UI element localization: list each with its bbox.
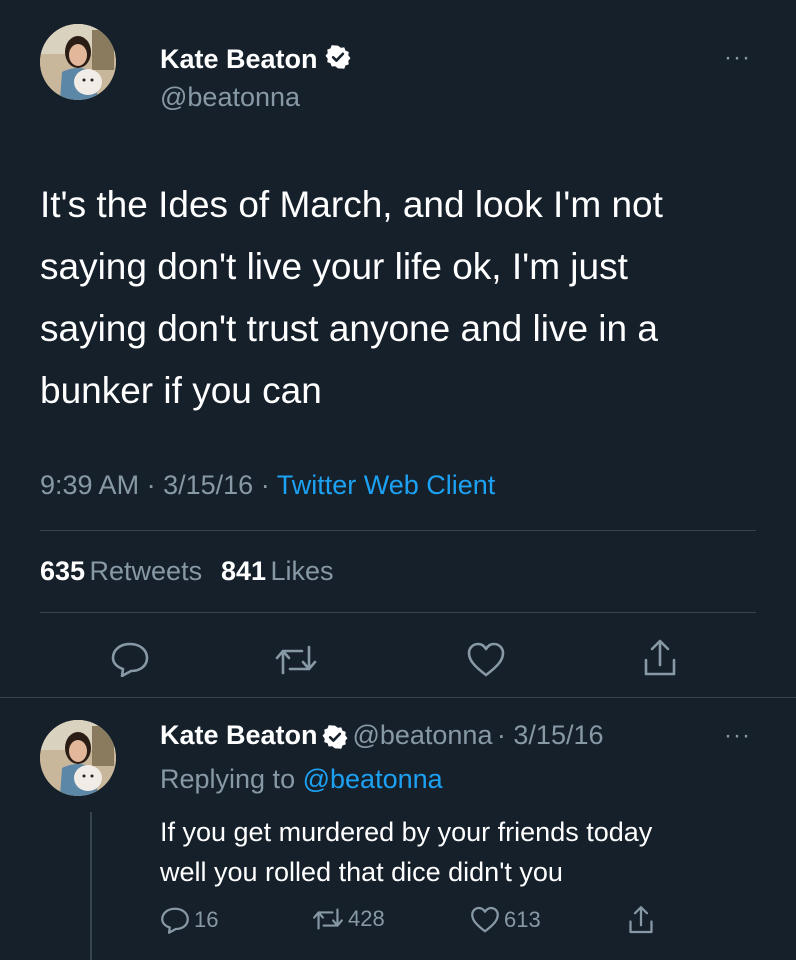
divider [40,612,756,613]
tweet-text-line: bunker if you can [40,370,322,411]
tweet-text-line: saying don't trust anyone and live in a [40,308,658,349]
likes-label: Likes [270,556,334,586]
like-count: 613 [504,907,541,932]
reply-text: If you get murdered by your friends toda… [160,812,770,892]
reply-date[interactable]: · 3/15/16 [497,720,604,750]
tweet-time[interactable]: 9:39 AM [40,470,139,500]
more-icon[interactable]: ··· [724,44,751,72]
retweets-count: 635 [40,556,86,586]
tweet-text-line: saying don't live your life ok, I'm just [40,246,628,287]
tweet-date[interactable]: 3/15/16 [163,470,253,500]
meta-separator: · [146,470,156,500]
reply-author-name[interactable]: Kate Beaton [160,720,318,750]
reply-avatar[interactable] [40,720,116,796]
more-icon[interactable]: ··· [724,722,751,750]
divider [40,530,756,531]
replying-to-link[interactable]: @beatonna [303,764,443,794]
avatar[interactable] [40,24,116,100]
author-handle[interactable]: @beatonna [160,82,300,113]
retweet-icon [312,906,344,932]
tweet-stats: 635 Retweets 841 Likes [40,556,334,587]
reply-action-like[interactable]: 613 [470,906,541,934]
verified-badge-icon [325,44,351,77]
reply-action-reply[interactable]: 16 [160,906,218,934]
avatar-image [40,720,116,796]
reply-text-line: If you get murdered by your friends toda… [160,817,653,847]
retweet-icon[interactable] [274,643,318,677]
share-icon[interactable] [626,904,656,936]
author-name[interactable]: Kate Beaton [160,44,351,77]
replying-to-label: Replying to [160,764,296,794]
tweet-text: It's the Ides of March, and look I'm not… [40,174,770,422]
replying-to: Replying to @beatonna [160,764,443,795]
reply-icon[interactable] [110,641,150,677]
retweets-stat[interactable]: 635 Retweets [40,556,207,586]
reply-count: 16 [194,907,219,932]
like-icon[interactable] [466,642,506,678]
reply-icon [160,906,190,934]
likes-count: 841 [220,556,267,586]
thread-line [90,812,92,960]
meta-separator: · [260,470,270,500]
verified-badge-icon [322,724,348,755]
retweet-count: 428 [348,906,385,931]
share-icon[interactable] [640,638,680,678]
tweet-source-link[interactable]: Twitter Web Client [277,470,496,500]
reply-header: Kate Beaton @beatonna · 3/15/16 [160,720,604,755]
tweet-meta: 9:39 AM · 3/15/16 · Twitter Web Client [40,470,495,501]
reply-author-handle[interactable]: @beatonna [352,720,492,750]
likes-stat[interactable]: 841 Likes [221,556,334,586]
retweets-label: Retweets [89,556,203,586]
reply-text-line: well you rolled that dice didn't you [160,857,563,887]
reply-action-retweet[interactable]: 428 [312,906,385,932]
tweet-text-line: It's the Ides of March, and look I'm not [40,184,663,225]
like-icon [470,906,500,934]
avatar-image [40,24,116,100]
divider [0,697,796,698]
